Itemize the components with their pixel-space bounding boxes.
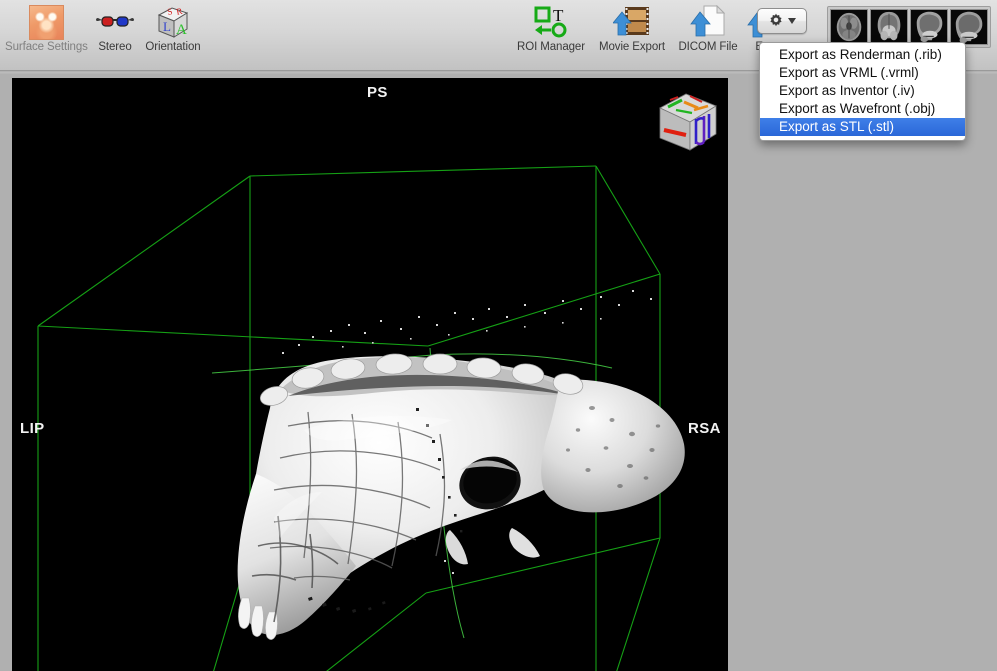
toolbar-item-surface-settings[interactable]: Surface Settings — [5, 4, 88, 53]
svg-text:A: A — [176, 22, 187, 38]
roi-manager-icon: T — [513, 4, 589, 40]
thumbnail-axial[interactable] — [830, 9, 868, 45]
toolbar-label-surface-settings: Surface Settings — [5, 41, 88, 53]
3d-viewport[interactable]: PS LIP RSA — [12, 78, 728, 671]
export-options-button[interactable] — [757, 4, 807, 34]
menu-item-export-renderman[interactable]: Export as Renderman (.rib) — [760, 46, 965, 64]
menu-item-export-inventor[interactable]: Export as Inventor (.iv) — [760, 82, 965, 100]
orientation-label-right: RSA — [688, 420, 721, 437]
desktop-left-margin — [0, 74, 12, 671]
svg-text:R: R — [175, 6, 183, 17]
thumbnail-sagittal-2[interactable] — [950, 9, 988, 45]
toolbar-item-dicom-file[interactable]: DICOM File — [674, 4, 742, 53]
menu-item-export-wavefront[interactable]: Export as Wavefront (.obj) — [760, 100, 965, 118]
toolbar-item-movie-export[interactable]: Movie Export — [594, 4, 670, 53]
orientation-label-top: PS — [367, 84, 388, 101]
toolbar-label-roi-manager: ROI Manager — [517, 41, 585, 53]
thumbnail-coronal[interactable] — [870, 9, 908, 45]
stereo-glasses-icon — [88, 4, 142, 40]
toolbar-item-roi-manager[interactable]: T ROI Manager — [513, 4, 589, 53]
menu-item-export-stl[interactable]: Export as STL (.stl) — [760, 118, 965, 136]
movie-film-icon — [594, 4, 670, 40]
toolbar-item-stereo[interactable]: Stereo — [88, 4, 142, 53]
toolbar-item-orientation[interactable]: S R L A Orientation — [140, 4, 206, 53]
thumbnail-sagittal-1[interactable] — [910, 9, 948, 45]
gear-icon — [770, 13, 782, 27]
surface-render-canvas — [12, 78, 728, 671]
orientation-cube-icon: S R L A — [140, 4, 206, 40]
toolbar-label-dicom-file: DICOM File — [678, 41, 738, 53]
orientation-cube[interactable] — [646, 86, 722, 156]
toolbar-label-orientation: Orientation — [145, 41, 201, 53]
export-format-menu[interactable]: Export as Renderman (.rib) Export as VRM… — [759, 42, 966, 141]
menu-item-export-vrml[interactable]: Export as VRML (.vrml) — [760, 64, 965, 82]
svg-text:L: L — [163, 19, 171, 34]
app-window: Surface Settings Stereo S R L A Orientat… — [0, 0, 997, 671]
face-icon — [5, 4, 87, 40]
desktop-right-margin — [728, 74, 997, 671]
toolbar-label-stereo: Stereo — [98, 41, 132, 53]
dicom-upload-icon — [674, 4, 742, 40]
svg-text:T: T — [553, 6, 564, 25]
orientation-label-left: LIP — [20, 420, 45, 437]
toolbar-label-movie-export: Movie Export — [599, 41, 665, 53]
chevron-down-icon — [788, 18, 796, 24]
